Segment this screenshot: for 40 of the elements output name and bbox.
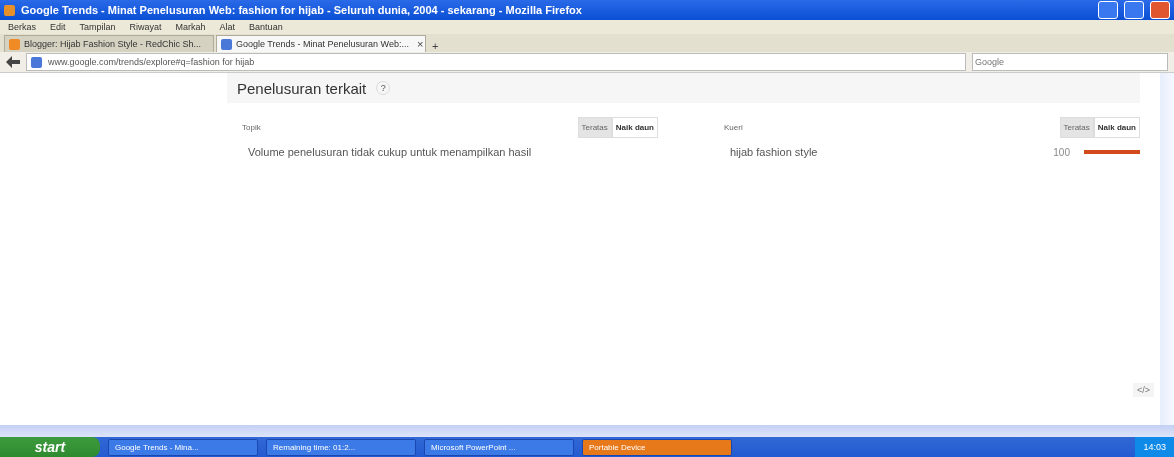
panel-heading: Topik [241, 123, 261, 132]
filter-toggle[interactable]: Teratas [1059, 117, 1094, 138]
menu-item[interactable]: Bantuan [249, 22, 283, 32]
start-button[interactable]: start [0, 437, 100, 457]
section-title: Penelusuran terkait [237, 79, 367, 97]
close-button[interactable] [1150, 1, 1170, 19]
query-link[interactable]: hijab fashion style [730, 146, 1030, 158]
menu-item[interactable]: Riwayat [129, 22, 162, 32]
menu-item[interactable]: Edit [50, 22, 66, 32]
back-icon[interactable] [6, 56, 20, 68]
horizontal-scrollbar[interactable] [0, 425, 1174, 437]
site-icon [31, 56, 42, 68]
favicon-icon [9, 38, 20, 50]
menu-item[interactable]: Tampilan [79, 22, 116, 32]
query-value: 100 [1052, 146, 1070, 158]
address-field[interactable]: www.google.com/trends/explore#q=fashion for hijab [26, 53, 966, 71]
filter-toggle[interactable]: Teratas [577, 117, 612, 138]
panel-heading: Kueri [723, 123, 743, 132]
new-tab-button[interactable]: + [428, 40, 443, 52]
browser-tab[interactable]: Google Trends - Minat Penelusuran Web:... × [216, 35, 426, 52]
filter-toggle[interactable]: Naik daun [1093, 117, 1140, 138]
favicon-icon [221, 38, 232, 50]
menu-item[interactable]: Alat [219, 22, 236, 32]
taskbar-button[interactable]: Remaining time: 01:2... [266, 438, 416, 456]
maximize-button[interactable] [1124, 1, 1144, 19]
menu-item[interactable]: Berkas [8, 22, 36, 32]
minimize-button[interactable] [1098, 1, 1118, 19]
url-text: www.google.com/trends/explore#q=fashion for hijab [48, 57, 255, 67]
browser-tab[interactable]: Blogger: Hijab Fashion Style - RedChic Sh... [4, 35, 214, 52]
menu-item[interactable]: Markah [175, 22, 206, 32]
tab-close-button[interactable]: × [412, 38, 428, 50]
filter-toggle[interactable]: Naik daun [611, 117, 658, 138]
vertical-scrollbar[interactable] [1160, 73, 1174, 425]
taskbar-button[interactable]: Google Trends - Mina... [108, 438, 258, 456]
embed-button[interactable]: </> [1133, 383, 1154, 397]
clock: 14:03 [1143, 442, 1166, 452]
taskbar-button[interactable]: Microsoft PowerPoint ... [424, 438, 574, 456]
window-title: Google Trends - Minat Penelusuran Web: fashion for hijab - Seluruh dunia, 2004 - sekarang - Mozilla Firefox [21, 4, 583, 16]
empty-message: Volume penelusuran tidak cukup untuk menampilkan hasil [248, 146, 533, 158]
search-field[interactable]: Google [972, 53, 1168, 71]
